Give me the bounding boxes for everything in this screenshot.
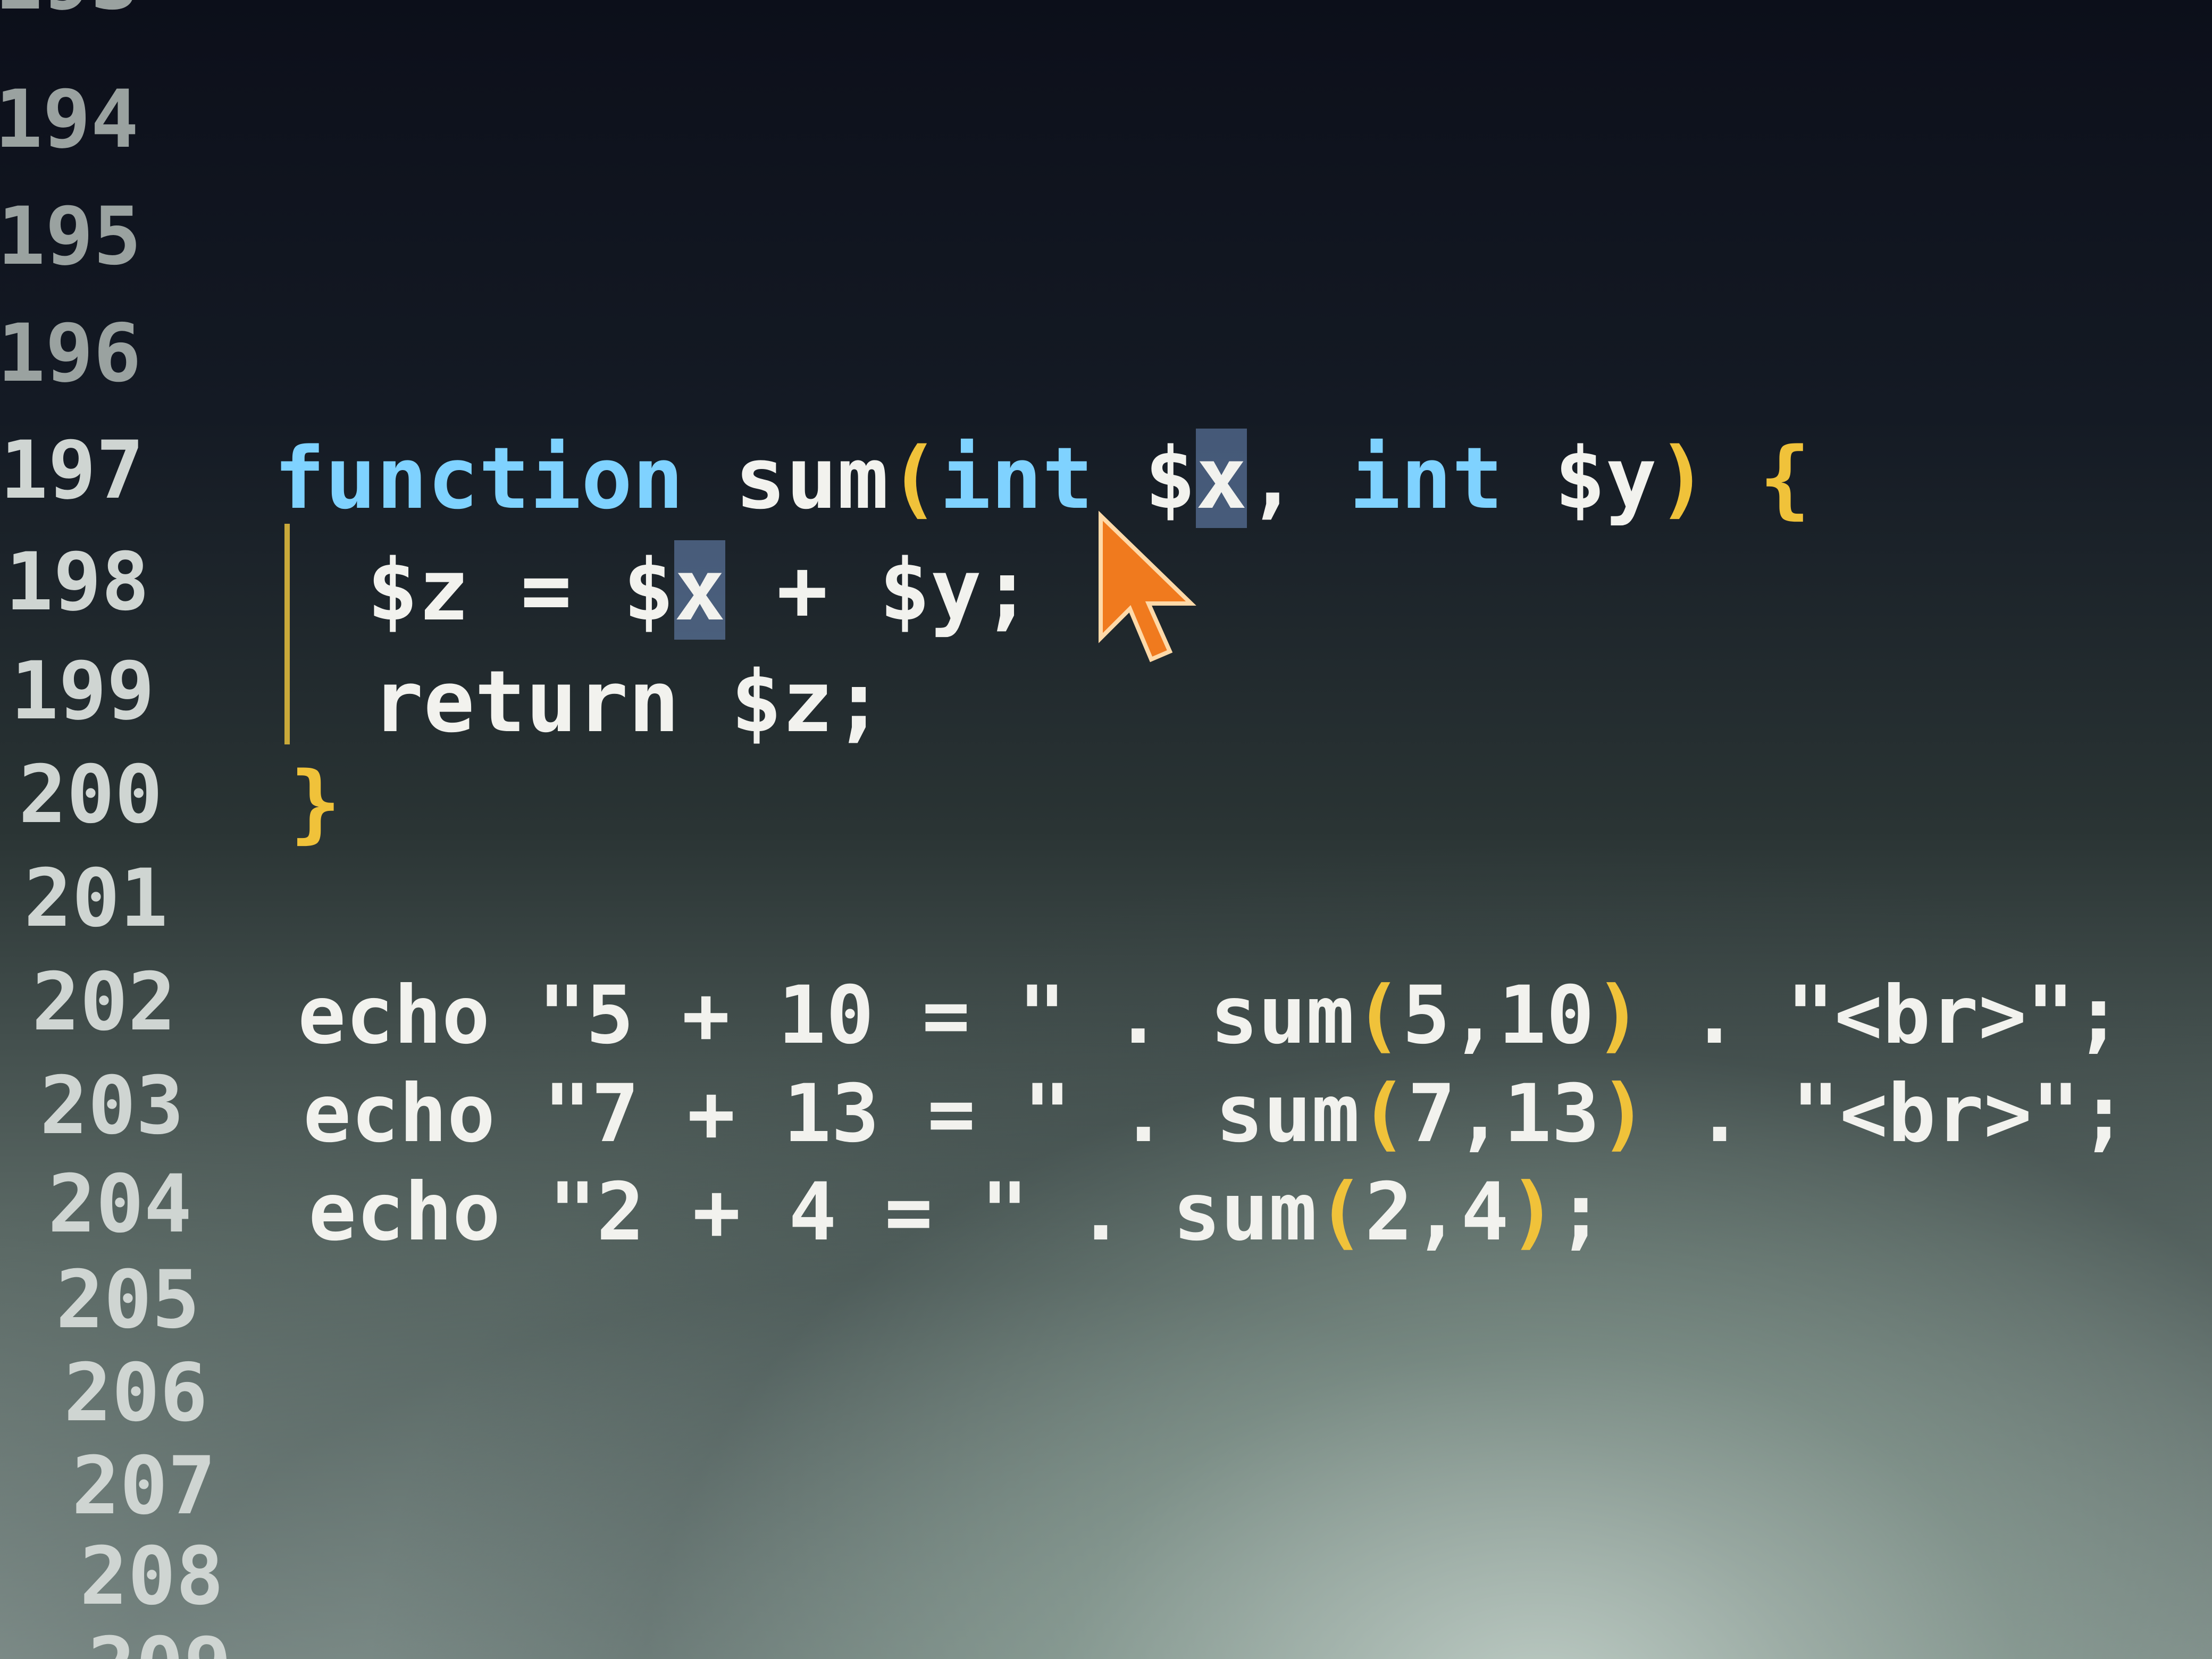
string-literal: "2 + 4 = " .: [500, 1166, 1173, 1259]
var-z: $z;: [679, 652, 885, 751]
string-tail: . "<br>";: [1642, 969, 2123, 1062]
line-number: 209: [88, 1627, 232, 1659]
function-call: sum: [1215, 1068, 1360, 1160]
comma: ,: [1247, 429, 1298, 528]
line-number: 194: [0, 73, 139, 166]
param-y: $y: [1554, 429, 1657, 528]
keyword-echo: echo: [303, 1068, 496, 1160]
line-number: 193: [0, 0, 139, 21]
line-number: 205: [56, 1254, 200, 1346]
call-args: 7,13: [1407, 1068, 1600, 1160]
arrow-pointer-icon: [1099, 510, 1196, 663]
function-name: sum: [734, 429, 889, 528]
line-number: 195: [0, 190, 141, 283]
brace-open: {: [1759, 429, 1811, 528]
keyword-int: int: [1349, 429, 1503, 528]
keyword-function: function: [274, 429, 684, 528]
var-z: $z: [367, 540, 470, 640]
line-number: 207: [72, 1440, 216, 1532]
line-number: 200: [19, 749, 163, 841]
var-x-highlighted[interactable]: x: [674, 540, 726, 640]
line-number-current: 197: [0, 424, 144, 517]
assign-op: =: [469, 540, 623, 640]
string-literal: "7 + 13 = " .: [495, 1068, 1216, 1160]
close-paren: ): [1599, 1068, 1648, 1160]
close-paren: ): [1509, 1166, 1557, 1259]
string-tail: . "<br>";: [1647, 1068, 2128, 1160]
string-literal: "5 + 10 = " .: [490, 969, 1210, 1062]
code-line-197[interactable]: function sum(int $x, int $y) {: [274, 429, 1811, 528]
line-number: 202: [32, 956, 176, 1049]
open-paren: (: [1359, 1068, 1408, 1160]
brace-close: }: [290, 753, 341, 852]
indent-guide: [284, 524, 290, 744]
call-args: 2,4: [1364, 1166, 1509, 1259]
keyword-echo: echo: [308, 1166, 501, 1259]
line-number: 199: [11, 645, 155, 738]
string-tail: ;: [1557, 1166, 1605, 1259]
open-paren: (: [1317, 1166, 1365, 1259]
code-line-202[interactable]: echo "5 + 10 = " . sum(5,10) . "<br>";: [298, 976, 2123, 1055]
close-paren: ): [1656, 429, 1708, 528]
line-number: 201: [24, 852, 168, 945]
line-number: 196: [0, 307, 141, 400]
param-x-highlighted[interactable]: x: [1195, 429, 1247, 528]
code-line-203[interactable]: echo "7 + 13 = " . sum(7,13) . "<br>";: [303, 1074, 2128, 1154]
keyword-echo: echo: [298, 969, 490, 1062]
keyword-return: return: [372, 652, 680, 751]
code-line-199[interactable]: return $z;: [372, 659, 884, 744]
open-paren: (: [888, 429, 940, 528]
line-number: 203: [40, 1060, 184, 1152]
code-editor-screen: 193 194 195 196 197 198 199 200 201 202 …: [0, 0, 2212, 1659]
call-args: 5,10: [1402, 969, 1595, 1062]
var-x-dollar: $: [623, 540, 674, 640]
code-line-200[interactable]: }: [290, 760, 341, 845]
plus-op: +: [725, 540, 879, 640]
code-line-204[interactable]: echo "2 + 4 = " . sum(2,4);: [308, 1172, 1605, 1252]
line-number: 208: [80, 1530, 224, 1623]
line-number: 206: [64, 1347, 208, 1439]
keyword-int: int: [940, 429, 1094, 528]
code-line-198[interactable]: $z = $x + $y;: [367, 540, 1033, 640]
var-y: $y;: [879, 540, 1033, 640]
function-call: sum: [1210, 969, 1354, 1062]
function-call: sum: [1172, 1166, 1317, 1259]
line-number: 198: [5, 536, 149, 629]
open-paren: (: [1354, 969, 1403, 1062]
line-number: 204: [48, 1158, 192, 1251]
close-paren: ): [1594, 969, 1643, 1062]
